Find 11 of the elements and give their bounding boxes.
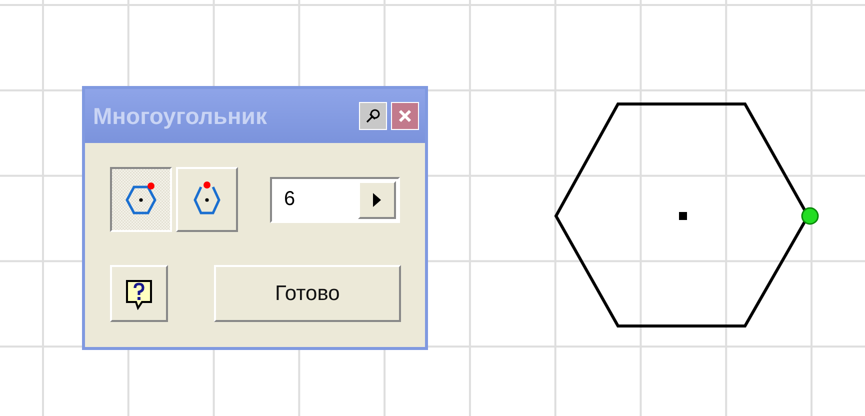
inscribed-mode-button[interactable]: [176, 167, 238, 232]
help-icon: [124, 278, 154, 310]
right-arrow-icon: [372, 192, 382, 206]
circumscribed-mode-button[interactable]: [110, 167, 172, 232]
window-title: Многоугольник: [93, 102, 268, 130]
spin-arrow-button[interactable]: [358, 180, 396, 218]
help-button[interactable]: [110, 265, 168, 322]
done-button[interactable]: Готово: [214, 265, 401, 322]
close-icon: [397, 108, 413, 124]
sides-field[interactable]: 6: [270, 176, 400, 222]
pin-button[interactable]: [359, 102, 387, 130]
